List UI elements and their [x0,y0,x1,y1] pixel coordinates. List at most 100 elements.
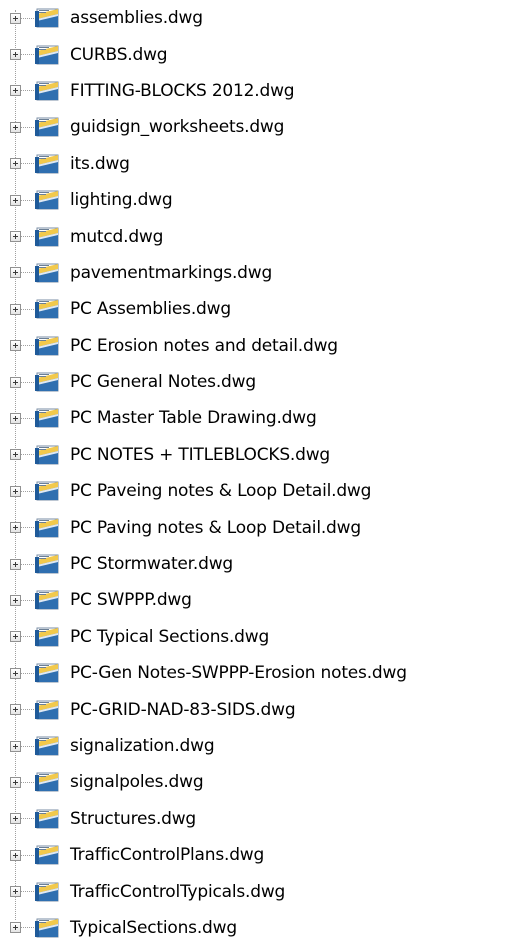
tree-connector [21,272,34,274]
tree-connector [21,54,34,56]
tree-item[interactable]: PC General Notes.dwg [0,364,525,400]
dwg-file-icon [34,517,60,539]
tree-item[interactable]: PC NOTES + TITLEBLOCKS.dwg [0,437,525,473]
tree-item[interactable]: PC-GRID-NAD-83-SIDS.dwg [0,691,525,727]
dwg-file-icon [34,444,60,466]
tree-item[interactable]: PC SWPPP.dwg [0,582,525,618]
expand-plus-icon[interactable] [10,340,21,352]
tree-item[interactable]: PC Paving notes & Loop Detail.dwg [0,509,525,545]
dwg-file-icon [34,881,60,903]
dwg-file-icon [34,80,60,102]
dwg-file-icon [34,335,60,357]
tree-connector [21,818,34,820]
dwg-file-icon [34,771,60,793]
tree-item[interactable]: guidsign_worksheets.dwg [0,109,525,145]
expand-plus-icon[interactable] [10,813,21,825]
tree-item[interactable]: Structures.dwg [0,801,525,837]
tree-item[interactable]: signalpoles.dwg [0,764,525,800]
file-name-label: mutcd.dwg [70,226,164,247]
tree-item[interactable]: pavementmarkings.dwg [0,255,525,291]
tree-connector [21,345,34,347]
expand-plus-icon[interactable] [10,740,21,752]
file-name-label: its.dwg [70,153,130,174]
expand-plus-icon[interactable] [10,49,21,61]
file-name-label: guidsign_worksheets.dwg [70,117,285,138]
tree-item[interactable]: PC Paveing notes & Loop Detail.dwg [0,473,525,509]
tree-item[interactable]: PC-Gen Notes-SWPPP-Erosion notes.dwg [0,655,525,691]
tree-connector [21,126,34,128]
tree-item[interactable]: CURBS.dwg [0,36,525,72]
dwg-file-icon [34,7,60,29]
file-name-label: PC Typical Sections.dwg [70,626,270,647]
tree-connector [21,709,34,711]
file-name-label: PC-GRID-NAD-83-SIDS.dwg [70,699,296,720]
expand-plus-icon[interactable] [10,12,21,24]
expand-plus-icon[interactable] [10,922,21,934]
file-name-label: pavementmarkings.dwg [70,262,273,283]
tree-connector [21,490,34,492]
tree-item[interactable]: TrafficControlTypicals.dwg [0,873,525,909]
file-name-label: FITTING-BLOCKS 2012.dwg [70,80,295,101]
expand-plus-icon[interactable] [10,485,21,497]
expand-plus-icon[interactable] [10,631,21,643]
tree-connector [21,163,34,165]
expand-plus-icon[interactable] [10,194,21,206]
expand-plus-icon[interactable] [10,558,21,570]
dwg-file-icon [34,189,60,211]
file-name-label: signalpoles.dwg [70,772,204,793]
file-name-label: Structures.dwg [70,808,197,829]
tree-connector [21,236,34,238]
tree-connector [21,599,34,601]
expand-plus-icon[interactable] [10,158,21,170]
tree-connector [21,417,34,419]
dwg-file-icon [34,116,60,138]
tree-item[interactable]: PC Typical Sections.dwg [0,619,525,655]
dwg-file-icon [34,407,60,429]
tree-item[interactable]: PC Master Table Drawing.dwg [0,400,525,436]
expand-plus-icon[interactable] [10,449,21,461]
expand-plus-icon[interactable] [10,267,21,279]
dwg-file-icon [34,153,60,175]
expand-plus-icon[interactable] [10,121,21,133]
tree-item[interactable]: assemblies.dwg [0,0,525,36]
tree-item[interactable]: mutcd.dwg [0,218,525,254]
tree-connector [21,672,34,674]
dwg-file-icon [34,44,60,66]
expand-plus-icon[interactable] [10,776,21,788]
expand-plus-icon[interactable] [10,303,21,315]
file-name-label: PC-Gen Notes-SWPPP-Erosion notes.dwg [70,663,407,684]
expand-plus-icon[interactable] [10,522,21,534]
expand-plus-icon[interactable] [10,412,21,424]
dwg-file-icon [34,371,60,393]
tree-item[interactable]: PC Assemblies.dwg [0,291,525,327]
expand-plus-icon[interactable] [10,849,21,861]
file-name-label: PC Paving notes & Loop Detail.dwg [70,517,361,538]
tree-item[interactable]: PC Erosion notes and detail.dwg [0,328,525,364]
file-name-label: PC Assemblies.dwg [70,299,231,320]
dwg-file-icon [34,844,60,866]
expand-plus-icon[interactable] [10,667,21,679]
file-name-label: PC Master Table Drawing.dwg [70,408,317,429]
tree-item[interactable]: lighting.dwg [0,182,525,218]
tree-rows: assemblies.dwg CURBS.dwg FITTING-BLOCKS … [0,0,525,946]
tree-connector [21,927,34,929]
tree-item[interactable]: TrafficControlPlans.dwg [0,837,525,873]
tree-item[interactable]: signalization.dwg [0,728,525,764]
file-name-label: PC Erosion notes and detail.dwg [70,335,338,356]
expand-plus-icon[interactable] [10,886,21,898]
dwg-file-icon [34,626,60,648]
tree-item[interactable]: PC Stormwater.dwg [0,546,525,582]
file-name-label: PC General Notes.dwg [70,372,256,393]
expand-plus-icon[interactable] [10,704,21,716]
expand-plus-icon[interactable] [10,594,21,606]
tree-connector [21,636,34,638]
tree-item[interactable]: its.dwg [0,146,525,182]
expand-plus-icon[interactable] [10,85,21,97]
file-name-label: PC Stormwater.dwg [70,554,233,575]
expand-plus-icon[interactable] [10,231,21,243]
tree-item[interactable]: FITTING-BLOCKS 2012.dwg [0,73,525,109]
file-name-label: PC SWPPP.dwg [70,590,192,611]
expand-plus-icon[interactable] [10,376,21,388]
tree-connector [21,17,34,19]
file-name-label: assemblies.dwg [70,8,203,29]
